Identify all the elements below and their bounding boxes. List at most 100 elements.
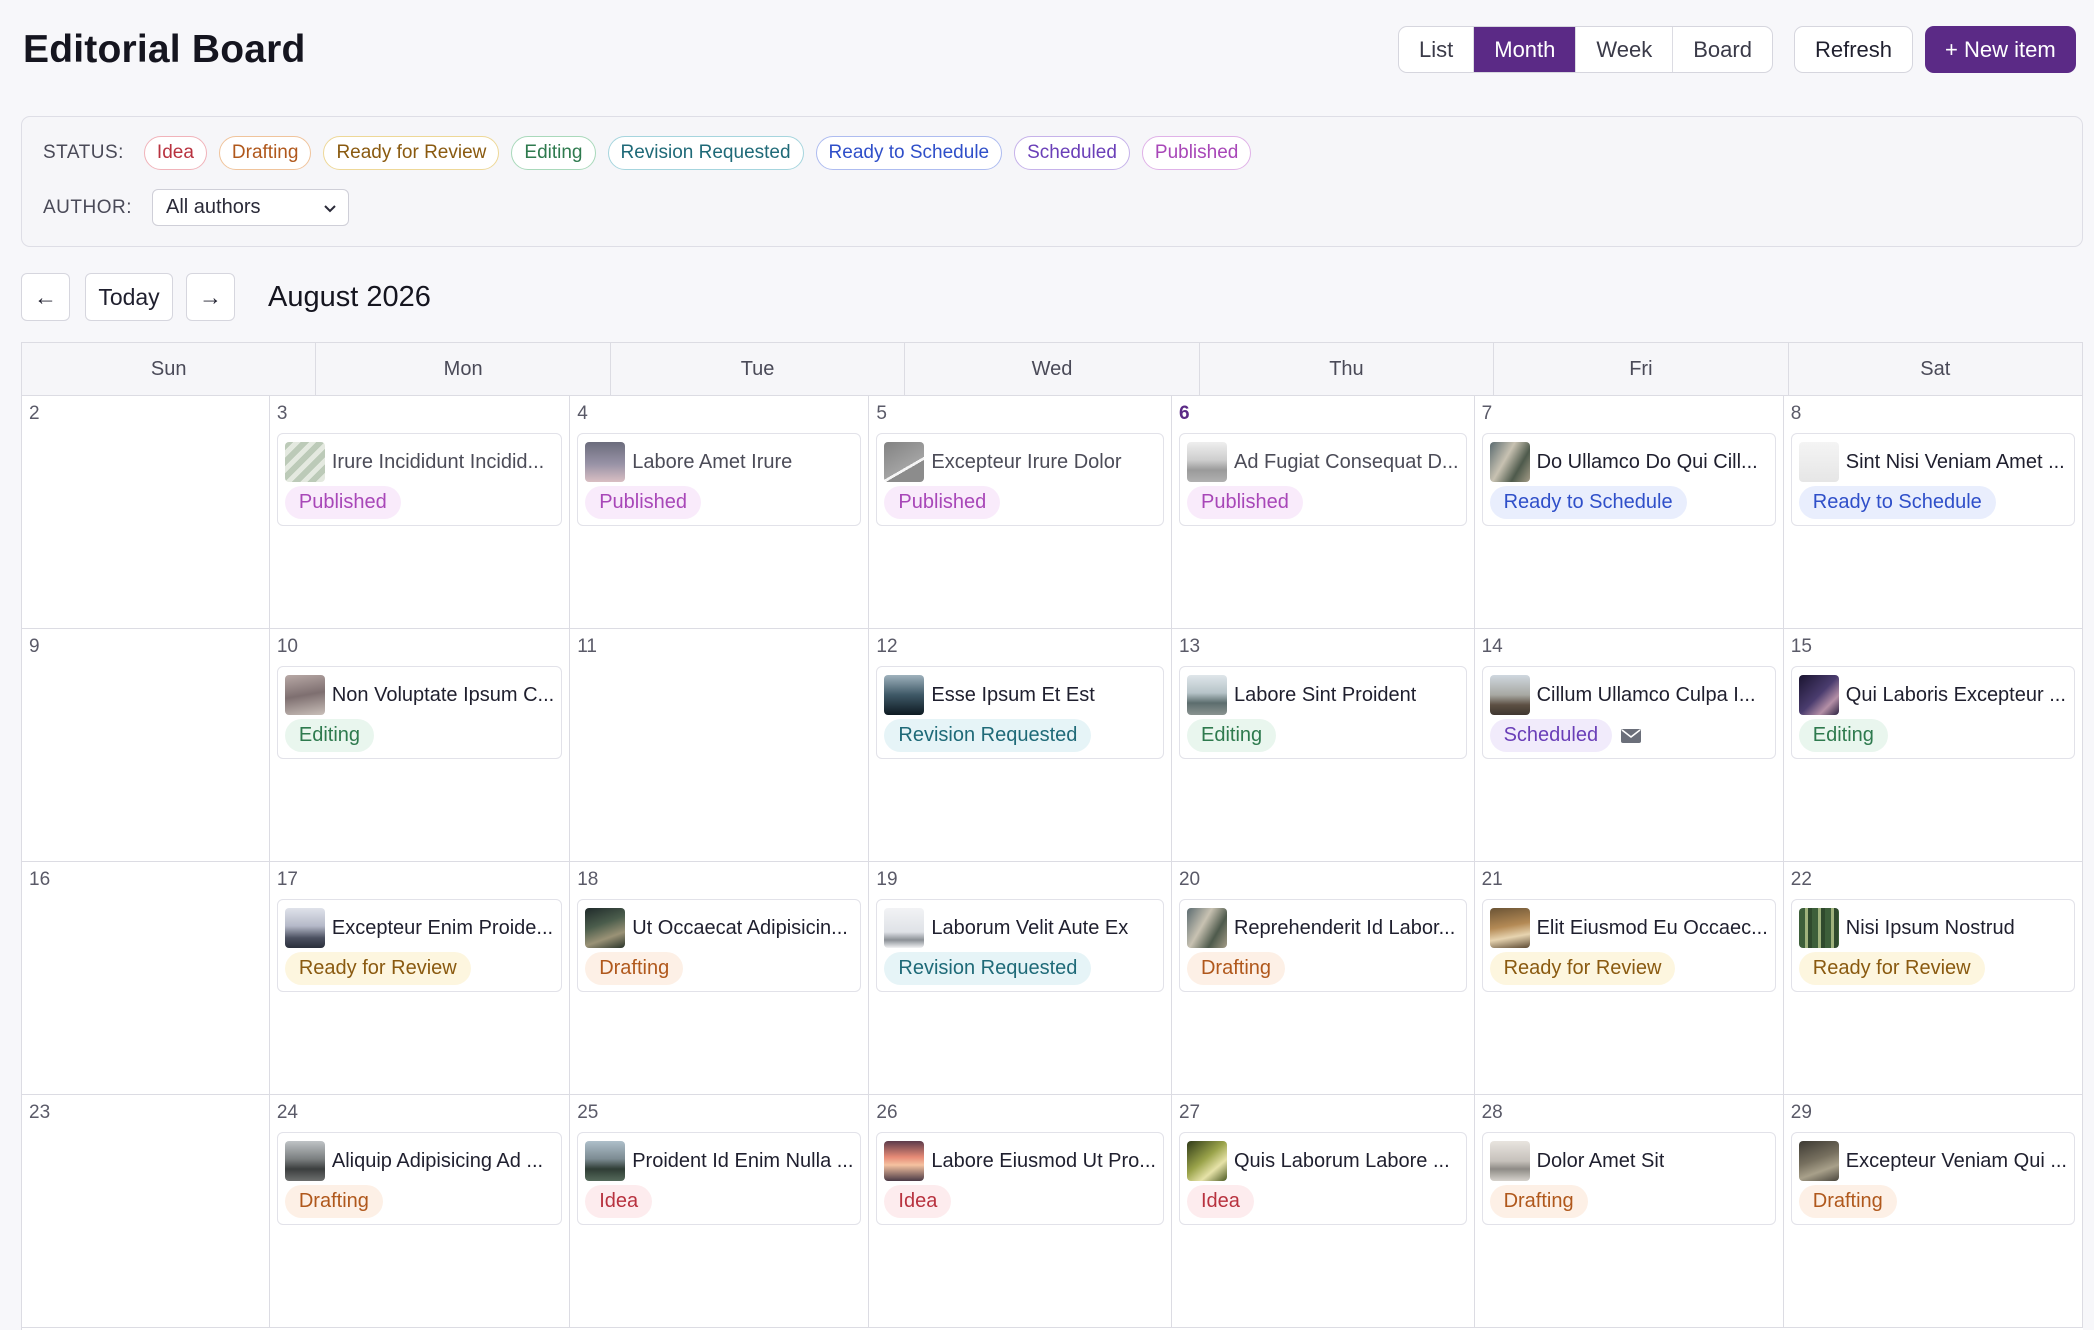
view-week-button[interactable]: Week bbox=[1576, 27, 1674, 72]
item-title-row: Dolor Amet Sit bbox=[1489, 1141, 1768, 1181]
item-thumbnail bbox=[585, 1141, 626, 1181]
day-cell-4[interactable]: 4 Labore Amet Irure Published bbox=[570, 396, 870, 629]
status-chip-drafting[interactable]: Drafting bbox=[218, 136, 312, 170]
item-status-row: Ready to Schedule bbox=[1798, 486, 2067, 519]
day-cell-21[interactable]: 21 Elit Eiusmod Eu Occaec... Ready for Rev… bbox=[1474, 862, 1784, 1095]
day-cell-10[interactable]: 10 Non Voluptate Ipsum C... Editing bbox=[269, 629, 571, 862]
day-cell-27[interactable]: 27 Quis Laborum Labore ... Idea bbox=[1171, 1095, 1475, 1328]
day-cell-16[interactable]: 16 bbox=[22, 862, 270, 1095]
day-cell-5[interactable]: 5 Excepteur Irure Dolor Published bbox=[869, 396, 1172, 629]
calendar-item-card[interactable]: Proident Id Enim Nulla ... Idea bbox=[577, 1132, 862, 1225]
calendar-item-card[interactable]: Dolor Amet Sit Drafting bbox=[1481, 1132, 1776, 1225]
item-status-row: Ready for Review bbox=[1798, 952, 2067, 985]
status-chip-ready-for-review[interactable]: Ready for Review bbox=[323, 136, 500, 170]
day-number: 6 bbox=[1178, 403, 1190, 424]
calendar-item-card[interactable]: Esse Ipsum Et Est Revision Requested bbox=[876, 666, 1164, 759]
calendar-item-card[interactable]: Sint Nisi Veniam Amet ... Ready to Schedu… bbox=[1790, 433, 2075, 526]
day-number: 23 bbox=[29, 1102, 51, 1123]
calendar-item-card[interactable]: Excepteur Enim Proide... Ready for Review bbox=[276, 899, 563, 992]
day-cell-19[interactable]: 19 Laborum Velit Aute Ex Revision Requeste… bbox=[869, 862, 1172, 1095]
calendar-item-card[interactable]: Elit Eiusmod Eu Occaec... Ready for Revie… bbox=[1481, 899, 1776, 992]
item-title: Qui Laboris Excepteur ... bbox=[1845, 683, 2066, 706]
day-cell-22[interactable]: 22 Nisi Ipsum Nostrud Ready for Review bbox=[1783, 862, 2083, 1095]
calendar-item-card[interactable]: Ut Occaecat Adipisicin... Drafting bbox=[577, 899, 862, 992]
page-header: Editorial Board List Month Week Board Re… bbox=[21, 24, 2083, 76]
prev-month-button[interactable]: ← bbox=[21, 273, 70, 321]
day-cell-14[interactable]: 14 Cillum Ullamco Culpa I... Scheduled bbox=[1474, 629, 1784, 862]
day-cell-28[interactable]: 28 Dolor Amet Sit Drafting bbox=[1474, 1095, 1784, 1328]
day-cell-26[interactable]: 26 Labore Eiusmod Ut Pro... Idea bbox=[869, 1095, 1172, 1328]
refresh-button[interactable]: Refresh bbox=[1794, 26, 1914, 73]
new-item-button[interactable]: + New item bbox=[1925, 26, 2076, 73]
status-chip-ready-to-schedule[interactable]: Ready to Schedule bbox=[815, 136, 1003, 170]
item-title: Irure Incididunt Incidid... bbox=[331, 450, 545, 473]
item-thumbnail bbox=[1186, 442, 1227, 482]
day-cell-9[interactable]: 9 bbox=[22, 629, 270, 862]
author-filter-label: AUTHOR: bbox=[43, 196, 132, 218]
status-chip-idea[interactable]: Idea bbox=[143, 136, 207, 170]
item-title-row: Do Ullamco Do Qui Cill... bbox=[1489, 442, 1768, 482]
next-month-button[interactable]: → bbox=[186, 273, 235, 321]
status-chip-published[interactable]: Published bbox=[1141, 136, 1252, 170]
item-thumbnail bbox=[585, 908, 626, 948]
status-chip-scheduled[interactable]: Scheduled bbox=[1014, 136, 1130, 170]
weekday-mon: Mon bbox=[316, 343, 611, 396]
calendar-item-card[interactable]: Quis Laborum Labore ... Idea bbox=[1178, 1132, 1467, 1225]
calendar-item-card[interactable]: Do Ullamco Do Qui Cill... Ready to Schedu… bbox=[1481, 433, 1776, 526]
calendar-item-card[interactable]: Qui Laboris Excepteur ... Editing bbox=[1790, 666, 2075, 759]
author-filter-row: AUTHOR: All authors bbox=[43, 189, 349, 226]
item-status-row: Ready to Schedule bbox=[1489, 486, 1768, 519]
view-month-button[interactable]: Month bbox=[1474, 27, 1577, 72]
day-cell-8[interactable]: 8 Sint Nisi Veniam Amet ... Ready to Sched… bbox=[1783, 396, 2083, 629]
day-cell-6[interactable]: 6 Ad Fugiat Consequat D... Published bbox=[1171, 396, 1475, 629]
view-list-button[interactable]: List bbox=[1399, 27, 1475, 72]
day-cell-12[interactable]: 12 Esse Ipsum Et Est Revision Requested bbox=[869, 629, 1172, 862]
item-title-row: Cillum Ullamco Culpa I... bbox=[1489, 675, 1768, 715]
calendar-item-card[interactable]: Reprehenderit Id Labor... Drafting bbox=[1178, 899, 1467, 992]
author-select[interactable]: All authors bbox=[152, 189, 349, 226]
item-title-row: Quis Laborum Labore ... bbox=[1186, 1141, 1459, 1181]
item-title-row: Reprehenderit Id Labor... bbox=[1186, 908, 1459, 948]
calendar-item-card[interactable]: Excepteur Veniam Qui ... Drafting bbox=[1790, 1132, 2075, 1225]
day-number: 28 bbox=[1481, 1102, 1503, 1123]
calendar-item-card[interactable]: Labore Eiusmod Ut Pro... Idea bbox=[876, 1132, 1164, 1225]
calendar-item-card[interactable]: Irure Incididunt Incidid... Published bbox=[276, 433, 563, 526]
day-cell-18[interactable]: 18 Ut Occaecat Adipisicin... Drafting bbox=[570, 862, 870, 1095]
item-title-row: Aliquip Adipisicing Ad ... bbox=[284, 1141, 554, 1181]
day-cell-13[interactable]: 13 Labore Sint Proident Editing bbox=[1171, 629, 1475, 862]
day-number: 27 bbox=[1178, 1102, 1201, 1123]
day-cell-7[interactable]: 7 Do Ullamco Do Qui Cill... Ready to Sched… bbox=[1474, 396, 1784, 629]
calendar-item-card[interactable]: Labore Amet Irure Published bbox=[577, 433, 862, 526]
calendar-item-card[interactable]: Nisi Ipsum Nostrud Ready for Review bbox=[1790, 899, 2075, 992]
day-cell-15[interactable]: 15 Qui Laboris Excepteur ... Editing bbox=[1783, 629, 2083, 862]
calendar-item-card[interactable]: Aliquip Adipisicing Ad ... Drafting bbox=[276, 1132, 563, 1225]
item-title: Excepteur Enim Proide... bbox=[331, 916, 554, 939]
calendar-item-card[interactable]: Excepteur Irure Dolor Published bbox=[876, 433, 1164, 526]
day-cell-17[interactable]: 17 Excepteur Enim Proide... Ready for Revi… bbox=[269, 862, 571, 1095]
day-number: 11 bbox=[577, 636, 597, 657]
item-title: Labore Eiusmod Ut Pro... bbox=[931, 1149, 1156, 1172]
item-title-row: Laborum Velit Aute Ex bbox=[884, 908, 1156, 948]
day-cell-25[interactable]: 25 Proident Id Enim Nulla ... Idea bbox=[570, 1095, 870, 1328]
view-board-button[interactable]: Board bbox=[1673, 27, 1772, 72]
day-cell-20[interactable]: 20 Reprehenderit Id Labor... Drafting bbox=[1171, 862, 1475, 1095]
calendar-item-card[interactable]: Cillum Ullamco Culpa I... Scheduled bbox=[1481, 666, 1776, 759]
item-status-row: Drafting bbox=[1489, 1185, 1768, 1218]
calendar-item-card[interactable]: Labore Sint Proident Editing bbox=[1178, 666, 1467, 759]
day-cell-29[interactable]: 29 Excepteur Veniam Qui ... Drafting bbox=[1783, 1095, 2083, 1328]
day-cell-24[interactable]: 24 Aliquip Adipisicing Ad ... Drafting bbox=[269, 1095, 571, 1328]
today-button[interactable]: Today bbox=[85, 273, 173, 321]
day-cell-23[interactable]: 23 bbox=[22, 1095, 270, 1328]
day-cell-2[interactable]: 2 bbox=[22, 396, 270, 629]
calendar-item-card[interactable]: Ad Fugiat Consequat D... Published bbox=[1178, 433, 1467, 526]
calendar-item-card[interactable]: Laborum Velit Aute Ex Revision Requested bbox=[876, 899, 1164, 992]
status-chip-editing[interactable]: Editing bbox=[511, 136, 596, 170]
day-cell-11[interactable]: 11 bbox=[570, 629, 870, 862]
item-status-row: Editing bbox=[1186, 719, 1459, 752]
item-thumbnail bbox=[1798, 1141, 1839, 1181]
status-chip-revision-requested[interactable]: Revision Requested bbox=[607, 136, 804, 170]
calendar-item-card[interactable]: Non Voluptate Ipsum C... Editing bbox=[276, 666, 563, 759]
day-cell-3[interactable]: 3 Irure Incididunt Incidid... Published bbox=[269, 396, 571, 629]
item-thumbnail bbox=[884, 908, 925, 948]
chevron-down-icon bbox=[324, 204, 336, 212]
